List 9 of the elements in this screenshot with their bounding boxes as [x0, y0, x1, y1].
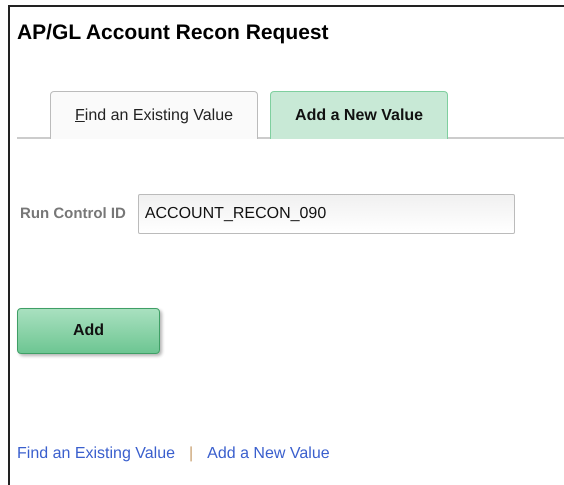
tab[interactable]: Find an Existing Value — [50, 91, 258, 139]
link-separator: | — [189, 444, 194, 464]
footer-link[interactable]: Find an Existing Value — [17, 442, 176, 466]
tab[interactable]: Add a New Value — [270, 91, 448, 139]
field-label: Run Control ID — [20, 204, 126, 224]
page-title: AP/GL Account Recon Request — [17, 21, 330, 45]
input-field[interactable]: ACCOUNT_RECON_090 — [138, 194, 515, 234]
footer-link[interactable]: Add a New Value — [207, 442, 330, 466]
add-button[interactable]: Add — [17, 308, 160, 354]
